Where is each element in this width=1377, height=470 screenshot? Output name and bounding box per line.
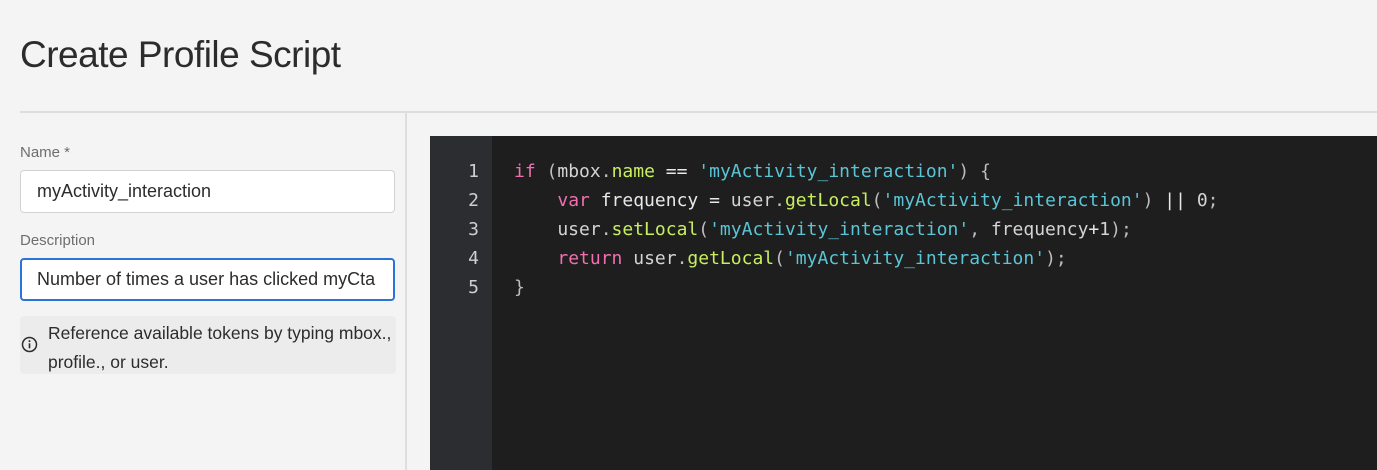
- code-token: );: [1110, 219, 1132, 240]
- code-token: .: [600, 219, 612, 240]
- code-token: setLocal: [611, 219, 699, 240]
- line-number: 1: [468, 161, 479, 182]
- line-number: 4: [468, 248, 479, 269]
- line-number-gutter: 1 2 3 4 5: [430, 136, 492, 470]
- name-label: Name *: [20, 144, 71, 161]
- code-token: 'myActivity_interaction': [784, 248, 1046, 269]
- code-token: 'myActivity_interaction': [698, 161, 959, 182]
- code-token: name: [611, 161, 655, 182]
- script-details-panel: Name * Description Reference available t…: [20, 113, 396, 470]
- code-token: getLocal: [784, 190, 872, 211]
- code-token: ) {: [958, 161, 991, 182]
- code-token: frequency: [990, 219, 1089, 240]
- line-number: 5: [468, 277, 479, 298]
- code-line: user.setLocal('myActivity_interaction', …: [514, 215, 1219, 244]
- code-line: return user.getLocal('myActivity_interac…: [514, 244, 1219, 273]
- code-token: user: [514, 219, 601, 240]
- code-token: (: [774, 248, 785, 269]
- code-token: .: [600, 161, 612, 182]
- code-token: 0: [1196, 190, 1208, 211]
- info-text: Reference available tokens by typing mbo…: [48, 323, 392, 372]
- code-line: var frequency = user.getLocal('myActivit…: [514, 186, 1219, 215]
- description-label: Description: [20, 232, 96, 249]
- code-token: }: [514, 277, 525, 298]
- code-editor[interactable]: 1 2 3 4 5 if (mbox.name == 'myActivity_i…: [430, 136, 1377, 470]
- line-number: 3: [468, 219, 479, 240]
- code-token: getLocal: [687, 248, 775, 269]
- code-token: var: [557, 190, 590, 211]
- code-token: if: [514, 161, 536, 182]
- info-icon: [21, 336, 38, 353]
- info-message: Reference available tokens by typing mbo…: [20, 316, 396, 374]
- code-token: ||: [1153, 190, 1197, 211]
- code-content[interactable]: if (mbox.name == 'myActivity_interaction…: [514, 157, 1219, 302]
- code-token: ,: [969, 219, 991, 240]
- code-token: 'myActivity_interaction': [882, 190, 1143, 211]
- name-input[interactable]: [20, 170, 395, 213]
- code-token: mbox: [557, 161, 601, 182]
- code-token: (: [698, 219, 710, 240]
- code-token: (: [535, 161, 558, 182]
- line-number: 2: [468, 190, 479, 211]
- panel-divider: [405, 113, 407, 470]
- code-token: return: [557, 248, 623, 269]
- code-line: }: [514, 273, 1219, 302]
- code-line: if (mbox.name == 'myActivity_interaction…: [514, 157, 1219, 186]
- code-token: .: [774, 190, 785, 211]
- code-token: ;: [1207, 190, 1219, 211]
- page-title: Create Profile Script: [20, 34, 341, 75]
- code-token: (: [871, 190, 883, 211]
- code-token: .: [676, 248, 688, 269]
- code-token: user: [730, 190, 775, 211]
- code-token: +: [1088, 219, 1100, 240]
- code-token: user: [622, 248, 677, 269]
- code-token: );: [1045, 248, 1067, 269]
- description-input[interactable]: [20, 258, 395, 301]
- code-token: frequency =: [589, 190, 731, 211]
- code-token: 1: [1099, 219, 1111, 240]
- code-token: 'myActivity_interaction': [709, 219, 970, 240]
- code-token: ): [1142, 190, 1154, 211]
- code-token: ==: [654, 161, 699, 182]
